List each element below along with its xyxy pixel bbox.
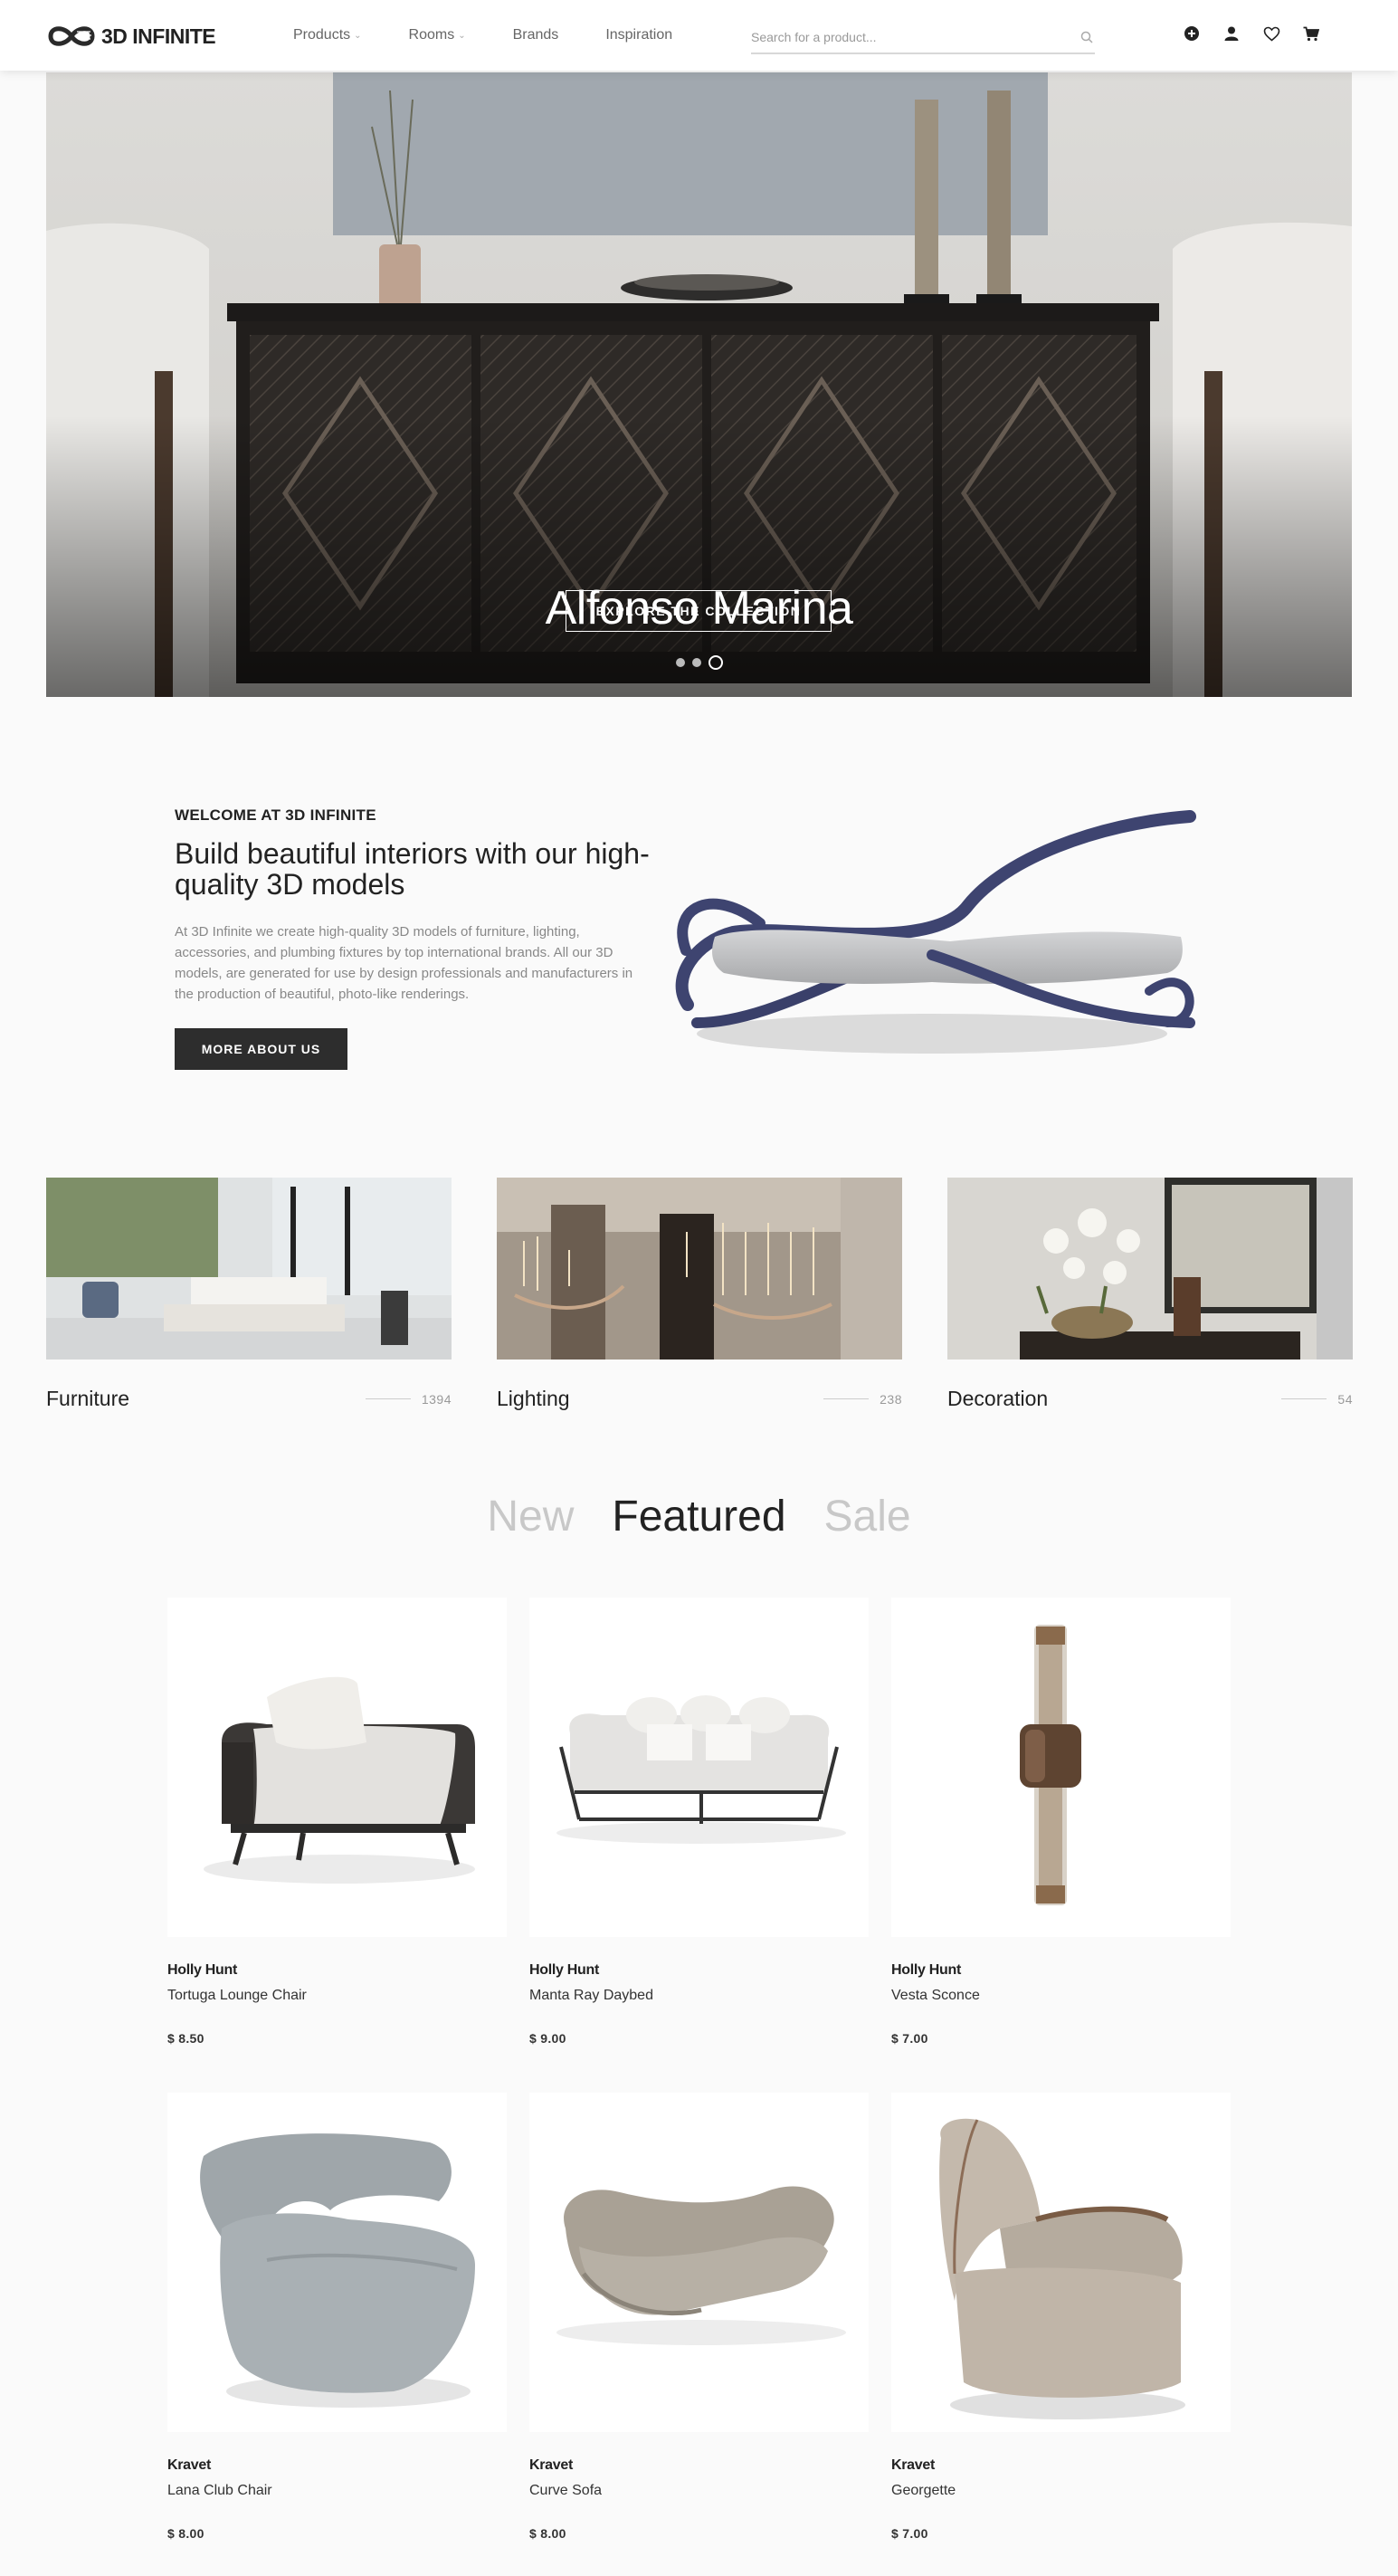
search-bar bbox=[751, 22, 1095, 54]
product-price: $ 8.00 bbox=[167, 2526, 204, 2541]
product-image[interactable] bbox=[167, 2093, 507, 2432]
product-price: $ 8.50 bbox=[167, 2031, 204, 2046]
heart-icon[interactable] bbox=[1261, 24, 1281, 43]
nav-item-inspiration[interactable]: Inspiration bbox=[605, 27, 672, 43]
product-card[interactable]: Holly Hunt Vesta Sconce $ 7.00 bbox=[891, 1598, 1231, 2046]
tab-new[interactable]: New bbox=[487, 1492, 574, 1541]
chevron-down-icon: ⌄ bbox=[458, 30, 466, 41]
product-brand: Holly Hunt bbox=[167, 1962, 237, 1978]
product-price: $ 9.00 bbox=[529, 2031, 566, 2046]
product-card[interactable]: Holly Hunt Manta Ray Daybed $ 9.00 bbox=[529, 1598, 869, 2046]
divider bbox=[823, 1398, 870, 1399]
carousel-dot-active[interactable] bbox=[709, 655, 723, 670]
tab-featured[interactable]: Featured bbox=[612, 1492, 785, 1541]
product-brand: Kravet bbox=[167, 2457, 212, 2473]
product-brand: Holly Hunt bbox=[891, 1962, 961, 1978]
site-header: 3D INFINITE Products ⌄ Rooms ⌄ Brands In… bbox=[0, 0, 1398, 71]
category-name[interactable]: Decoration bbox=[947, 1387, 1281, 1411]
product-image[interactable] bbox=[891, 2093, 1231, 2432]
product-name[interactable]: Georgette bbox=[891, 2483, 1231, 2499]
infinity-logo-icon bbox=[48, 26, 95, 46]
divider bbox=[365, 1398, 411, 1399]
category-card-furniture[interactable]: Furniture 1394 bbox=[46, 1178, 452, 1411]
more-about-us-button[interactable]: MORE ABOUT US bbox=[175, 1028, 347, 1070]
product-card[interactable]: Kravet Lana Club Chair $ 8.00 bbox=[167, 2093, 507, 2541]
product-name[interactable]: Manta Ray Daybed bbox=[529, 1988, 869, 2004]
nav-item-products[interactable]: Products ⌄ bbox=[293, 27, 362, 43]
about-eyebrow: WELCOME AT 3D INFINITE bbox=[175, 806, 376, 824]
add-circle-icon[interactable] bbox=[1182, 24, 1202, 43]
product-name[interactable]: Lana Club Chair bbox=[167, 2483, 507, 2499]
about-body: At 3D Infinite we create high-quality 3D… bbox=[175, 924, 633, 1002]
category-name[interactable]: Lighting bbox=[497, 1387, 823, 1411]
product-image[interactable] bbox=[891, 1598, 1231, 1937]
product-tabs: New Featured Sale bbox=[0, 1492, 1398, 1541]
carousel-dot[interactable] bbox=[676, 658, 685, 667]
user-icon[interactable] bbox=[1222, 24, 1241, 43]
product-image[interactable] bbox=[167, 1598, 507, 1937]
main-nav: Products ⌄ Rooms ⌄ Brands Inspiration bbox=[293, 0, 719, 71]
product-card[interactable]: Kravet Georgette $ 7.00 bbox=[891, 2093, 1231, 2541]
product-image[interactable] bbox=[529, 2093, 869, 2432]
nav-item-rooms[interactable]: Rooms ⌄ bbox=[409, 27, 466, 43]
product-name[interactable]: Vesta Sconce bbox=[891, 1988, 1231, 2004]
product-price: $ 7.00 bbox=[891, 2526, 928, 2541]
product-name[interactable]: Tortuga Lounge Chair bbox=[167, 1988, 507, 2004]
category-image[interactable] bbox=[46, 1178, 452, 1360]
nav-item-brands[interactable]: Brands bbox=[513, 27, 559, 43]
category-count: 1394 bbox=[421, 1391, 452, 1407]
site-logo[interactable]: 3D INFINITE bbox=[45, 22, 216, 51]
category-card-decoration[interactable]: Decoration 54 bbox=[947, 1178, 1353, 1411]
product-brand: Kravet bbox=[891, 2457, 936, 2473]
nav-item-label: Brands bbox=[512, 27, 559, 43]
header-actions bbox=[1182, 24, 1321, 43]
product-price: $ 7.00 bbox=[891, 2031, 928, 2046]
product-brand: Holly Hunt bbox=[529, 1962, 599, 1978]
product-card[interactable]: Holly Hunt Tortuga Lounge Chair $ 8.50 bbox=[167, 1598, 507, 2046]
product-image[interactable] bbox=[529, 1598, 869, 1937]
daybed-image bbox=[675, 810, 1196, 1054]
hero-carousel: Alfonso Marina EXPLORE THE COLLECTION bbox=[46, 72, 1352, 697]
nav-item-label: Rooms bbox=[408, 27, 455, 43]
divider bbox=[1281, 1398, 1327, 1399]
tab-sale[interactable]: Sale bbox=[824, 1492, 911, 1541]
carousel-dots bbox=[676, 655, 723, 670]
category-image[interactable] bbox=[947, 1178, 1353, 1360]
product-brand: Kravet bbox=[529, 2457, 574, 2473]
nav-item-label: Products bbox=[293, 27, 351, 43]
category-image[interactable] bbox=[497, 1178, 902, 1360]
explore-collection-button[interactable]: EXPLORE THE COLLECTION bbox=[566, 590, 832, 632]
logo-text: 3D INFINITE bbox=[101, 24, 216, 48]
category-card-lighting[interactable]: Lighting 238 bbox=[497, 1178, 902, 1411]
product-price: $ 8.00 bbox=[529, 2526, 566, 2541]
nav-item-label: Inspiration bbox=[605, 27, 673, 43]
carousel-dot[interactable] bbox=[692, 658, 701, 667]
product-card[interactable]: Kravet Curve Sofa $ 8.00 bbox=[529, 2093, 869, 2541]
search-input[interactable] bbox=[751, 30, 1059, 44]
search-icon[interactable] bbox=[1080, 31, 1093, 43]
about-heading: Build beautiful interiors with our high-… bbox=[175, 837, 650, 901]
cart-icon[interactable] bbox=[1301, 24, 1321, 43]
product-name[interactable]: Curve Sofa bbox=[529, 2483, 869, 2499]
category-count: 238 bbox=[880, 1391, 902, 1407]
chevron-down-icon: ⌄ bbox=[354, 30, 362, 41]
category-count: 54 bbox=[1337, 1391, 1353, 1407]
category-name[interactable]: Furniture bbox=[46, 1387, 366, 1411]
